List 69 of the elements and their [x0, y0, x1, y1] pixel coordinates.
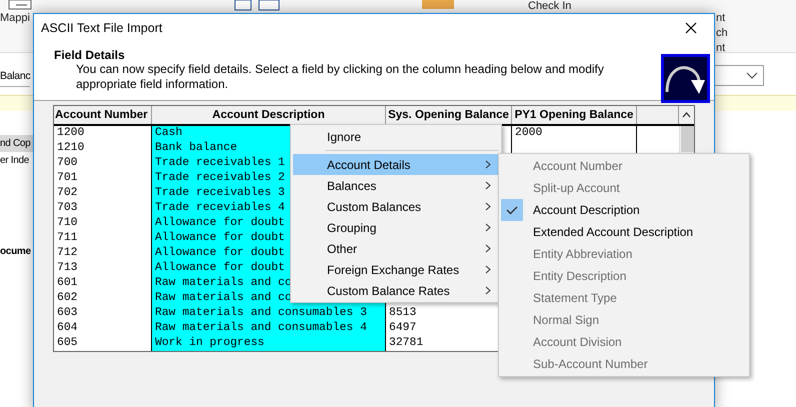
table-cell: Trade receviables 4 [155, 202, 285, 214]
sidebar-item[interactable]: ocume [0, 243, 33, 260]
table-cell: Allowance for doubt [155, 247, 285, 259]
chevron-right-icon [485, 265, 491, 274]
table-cell: Bank balance [155, 142, 238, 154]
table-cell: Cash [155, 127, 182, 139]
check-in-button[interactable]: Check In [528, 0, 572, 12]
table-cell: 601 [57, 277, 78, 289]
dropdown-field[interactable] [714, 65, 764, 86]
table-cell: 8513 [389, 307, 416, 319]
column-header[interactable]: Account Number [54, 106, 152, 124]
table-cell: 604 [57, 322, 78, 334]
checkmark-icon [501, 199, 523, 221]
table-cell: 700 [57, 157, 78, 169]
table-cell: 605 [57, 337, 78, 349]
section-title: Field Details [54, 48, 126, 62]
scrollbar-thumb[interactable] [681, 126, 694, 152]
table-cell: Raw materials and consumables 4 [155, 322, 367, 334]
sidebar-item[interactable]: er Inde [0, 152, 33, 169]
table-cell: 32781 [389, 337, 424, 349]
table-cell: 6497 [389, 322, 416, 334]
table-cell: 1210 [57, 142, 84, 154]
menu-item[interactable]: Custom Balance Rates [293, 280, 499, 301]
column-header[interactable]: PY1 Opening Balance [512, 106, 637, 124]
menu-item[interactable]: Custom Balances [293, 196, 499, 217]
close-icon[interactable] [685, 22, 697, 34]
chevron-right-icon [485, 181, 491, 190]
table-cell: Trade receivables 2 [155, 172, 285, 184]
table-cell: Trade receivables 1 [155, 157, 285, 169]
table-cell: Raw materials and consumables 3 [155, 307, 367, 319]
chevron-right-icon [485, 223, 491, 232]
ribbon-label: ch [716, 27, 728, 39]
menu-item[interactable]: Extended Account Description [499, 221, 749, 243]
menu-item[interactable]: Balances [293, 175, 499, 196]
table-cell: 602 [57, 292, 78, 304]
chevron-down-icon [746, 72, 758, 80]
table-cell: Trade receivables 3 [155, 187, 285, 199]
scroll-up-icon[interactable] [682, 112, 691, 118]
table-cell: 712 [57, 247, 78, 259]
table-cell: 703 [57, 202, 78, 214]
chevron-right-icon [485, 202, 491, 211]
table-cell: Allowance for doubt [155, 262, 285, 274]
window-title: ASCII Text File Import [41, 21, 162, 35]
menu-item[interactable]: Account Details [293, 154, 499, 175]
chevron-right-icon [485, 160, 491, 169]
table-cell: 701 [57, 172, 78, 184]
table-cell: 2000 [515, 127, 542, 139]
table-cell: Allowance for doubt [155, 217, 285, 229]
table-cell: 711 [57, 232, 78, 244]
menu-item[interactable]: Other [293, 238, 499, 259]
table-cell: Allowance for doubt [155, 232, 285, 244]
ribbon-label: nt [716, 42, 726, 54]
table-cell: 603 [57, 307, 78, 319]
menu-item[interactable]: Foreign Exchange Rates [293, 259, 499, 280]
table-cell: 702 [57, 187, 78, 199]
table-cell: 710 [57, 217, 78, 229]
menu-item[interactable]: Ignore [293, 126, 499, 147]
table-cell: Work in progress [155, 337, 264, 349]
table-cell: 1200 [57, 127, 84, 139]
instructions-text: You can now specify field details. Select a field by clicking on the column heading below and modify appropriate field information. [75, 62, 605, 92]
ribbon-label: Mappi [0, 12, 30, 24]
ribbon-label: nt [716, 12, 726, 24]
table-cell: 713 [57, 262, 78, 274]
menu-item[interactable]: Grouping [293, 217, 499, 238]
chevron-right-icon [485, 286, 491, 295]
sidebar-item[interactable]: nd Cop [0, 135, 33, 152]
menu-item[interactable]: Account Description [499, 199, 749, 221]
folder-icon [420, 0, 456, 10]
chevron-right-icon [485, 244, 491, 253]
